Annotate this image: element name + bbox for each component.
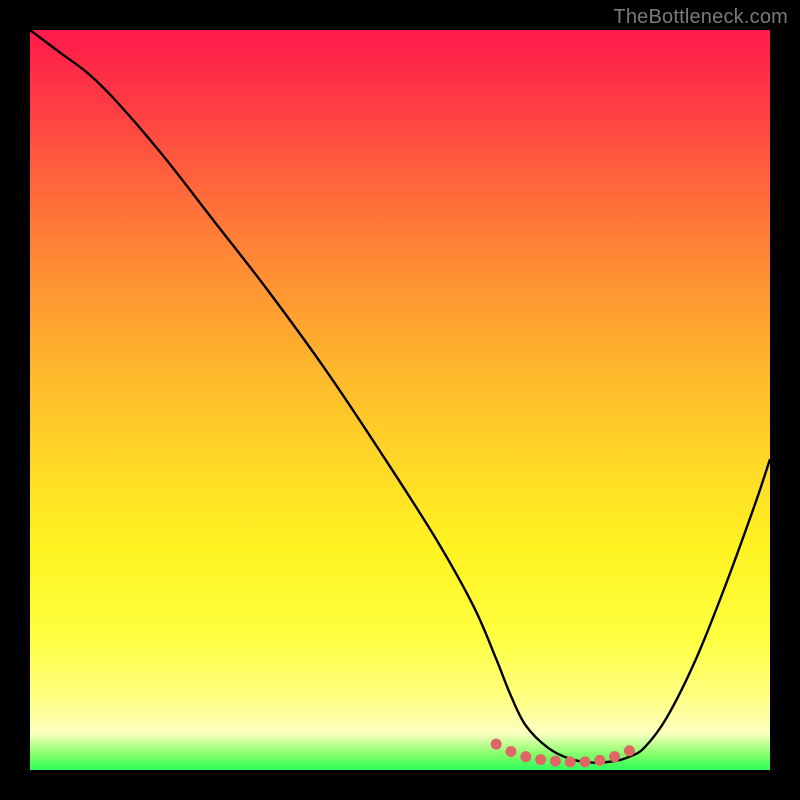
bottleneck-curve-line	[30, 30, 770, 763]
chart-svg	[30, 30, 770, 770]
highlight-dot	[580, 756, 591, 767]
highlight-dot	[609, 751, 620, 762]
highlight-dot	[550, 756, 561, 767]
highlight-dot	[594, 755, 605, 766]
highlight-dot	[565, 756, 576, 767]
highlight-dot	[506, 746, 517, 757]
highlight-dots-group	[491, 739, 635, 768]
highlight-dot	[491, 739, 502, 750]
highlight-dot	[624, 745, 635, 756]
chart-plot-area	[30, 30, 770, 770]
highlight-dot	[535, 754, 546, 765]
watermark-text: TheBottleneck.com	[613, 6, 788, 29]
highlight-dot	[520, 751, 531, 762]
